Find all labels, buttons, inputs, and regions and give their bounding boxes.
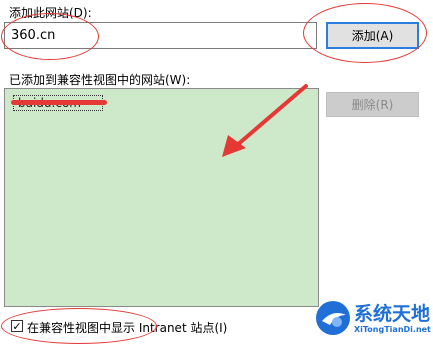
watermark-subtitle: XiTongTianDi.net	[354, 325, 431, 334]
xitongtiandi-logo-icon	[316, 301, 350, 335]
watermark-logo: 系统天地 XiTongTianDi.net	[312, 297, 433, 343]
red-arrow-icon	[222, 84, 308, 157]
watermark-title: 系统天地	[354, 303, 431, 325]
